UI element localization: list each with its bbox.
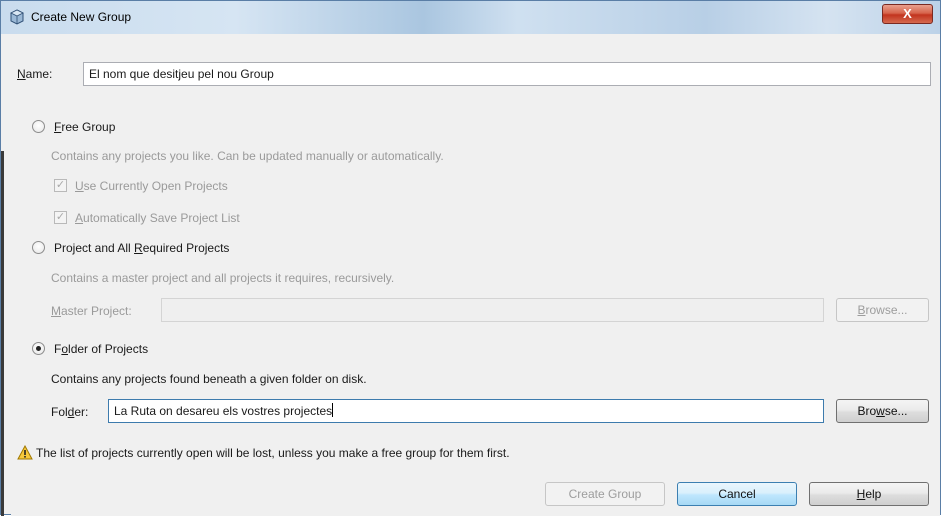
title-bar[interactable]: Create New Group X xyxy=(1,1,940,34)
use-open-projects-checkbox[interactable]: ✓ xyxy=(54,179,67,192)
netbeans-cube-icon xyxy=(10,9,24,25)
name-label: Name: xyxy=(17,67,53,81)
folder-projects-radio[interactable] xyxy=(32,342,45,355)
dialog-window: Create New Group X Name: El nom que desi… xyxy=(0,0,941,516)
background-window-edge xyxy=(1,151,4,516)
text-caret xyxy=(332,403,334,417)
folder-label: Folder: xyxy=(51,405,89,419)
close-button[interactable]: X xyxy=(882,4,933,24)
required-projects-radio[interactable] xyxy=(32,241,45,254)
warning-icon xyxy=(17,445,33,460)
required-projects-description: Contains a master project and all projec… xyxy=(51,271,395,285)
free-group-description: Contains any projects you like. Can be u… xyxy=(51,149,444,163)
free-group-label[interactable]: Free Group xyxy=(54,120,115,134)
close-icon: X xyxy=(903,6,912,21)
help-button[interactable]: Help xyxy=(809,482,929,506)
dialog-content: Name: El nom que desitjeu pel nou Group … xyxy=(11,34,940,516)
folder-projects-label[interactable]: Folder of Projects xyxy=(54,342,148,356)
cancel-button[interactable]: Cancel xyxy=(677,482,797,506)
auto-save-label[interactable]: Automatically Save Project List xyxy=(75,211,240,225)
master-browse-button[interactable]: Browse... xyxy=(836,298,929,322)
master-project-input[interactable] xyxy=(161,298,824,322)
folder-browse-button[interactable]: Browse... xyxy=(836,399,929,423)
master-project-label: Master Project: xyxy=(51,304,132,318)
use-open-projects-label[interactable]: Use Currently Open Projects xyxy=(75,179,228,193)
free-group-radio[interactable] xyxy=(32,120,45,133)
name-input[interactable]: El nom que desitjeu pel nou Group xyxy=(83,62,931,86)
required-projects-label[interactable]: Project and All Required Projects xyxy=(54,241,229,255)
warning-text: The list of projects currently open will… xyxy=(36,446,510,460)
window-title: Create New Group xyxy=(31,10,132,24)
create-group-button[interactable]: Create Group xyxy=(545,482,665,506)
folder-projects-description: Contains any projects found beneath a gi… xyxy=(51,372,367,386)
auto-save-checkbox[interactable]: ✓ xyxy=(54,211,67,224)
folder-input[interactable]: La Ruta on desareu els vostres projectes xyxy=(108,399,824,423)
